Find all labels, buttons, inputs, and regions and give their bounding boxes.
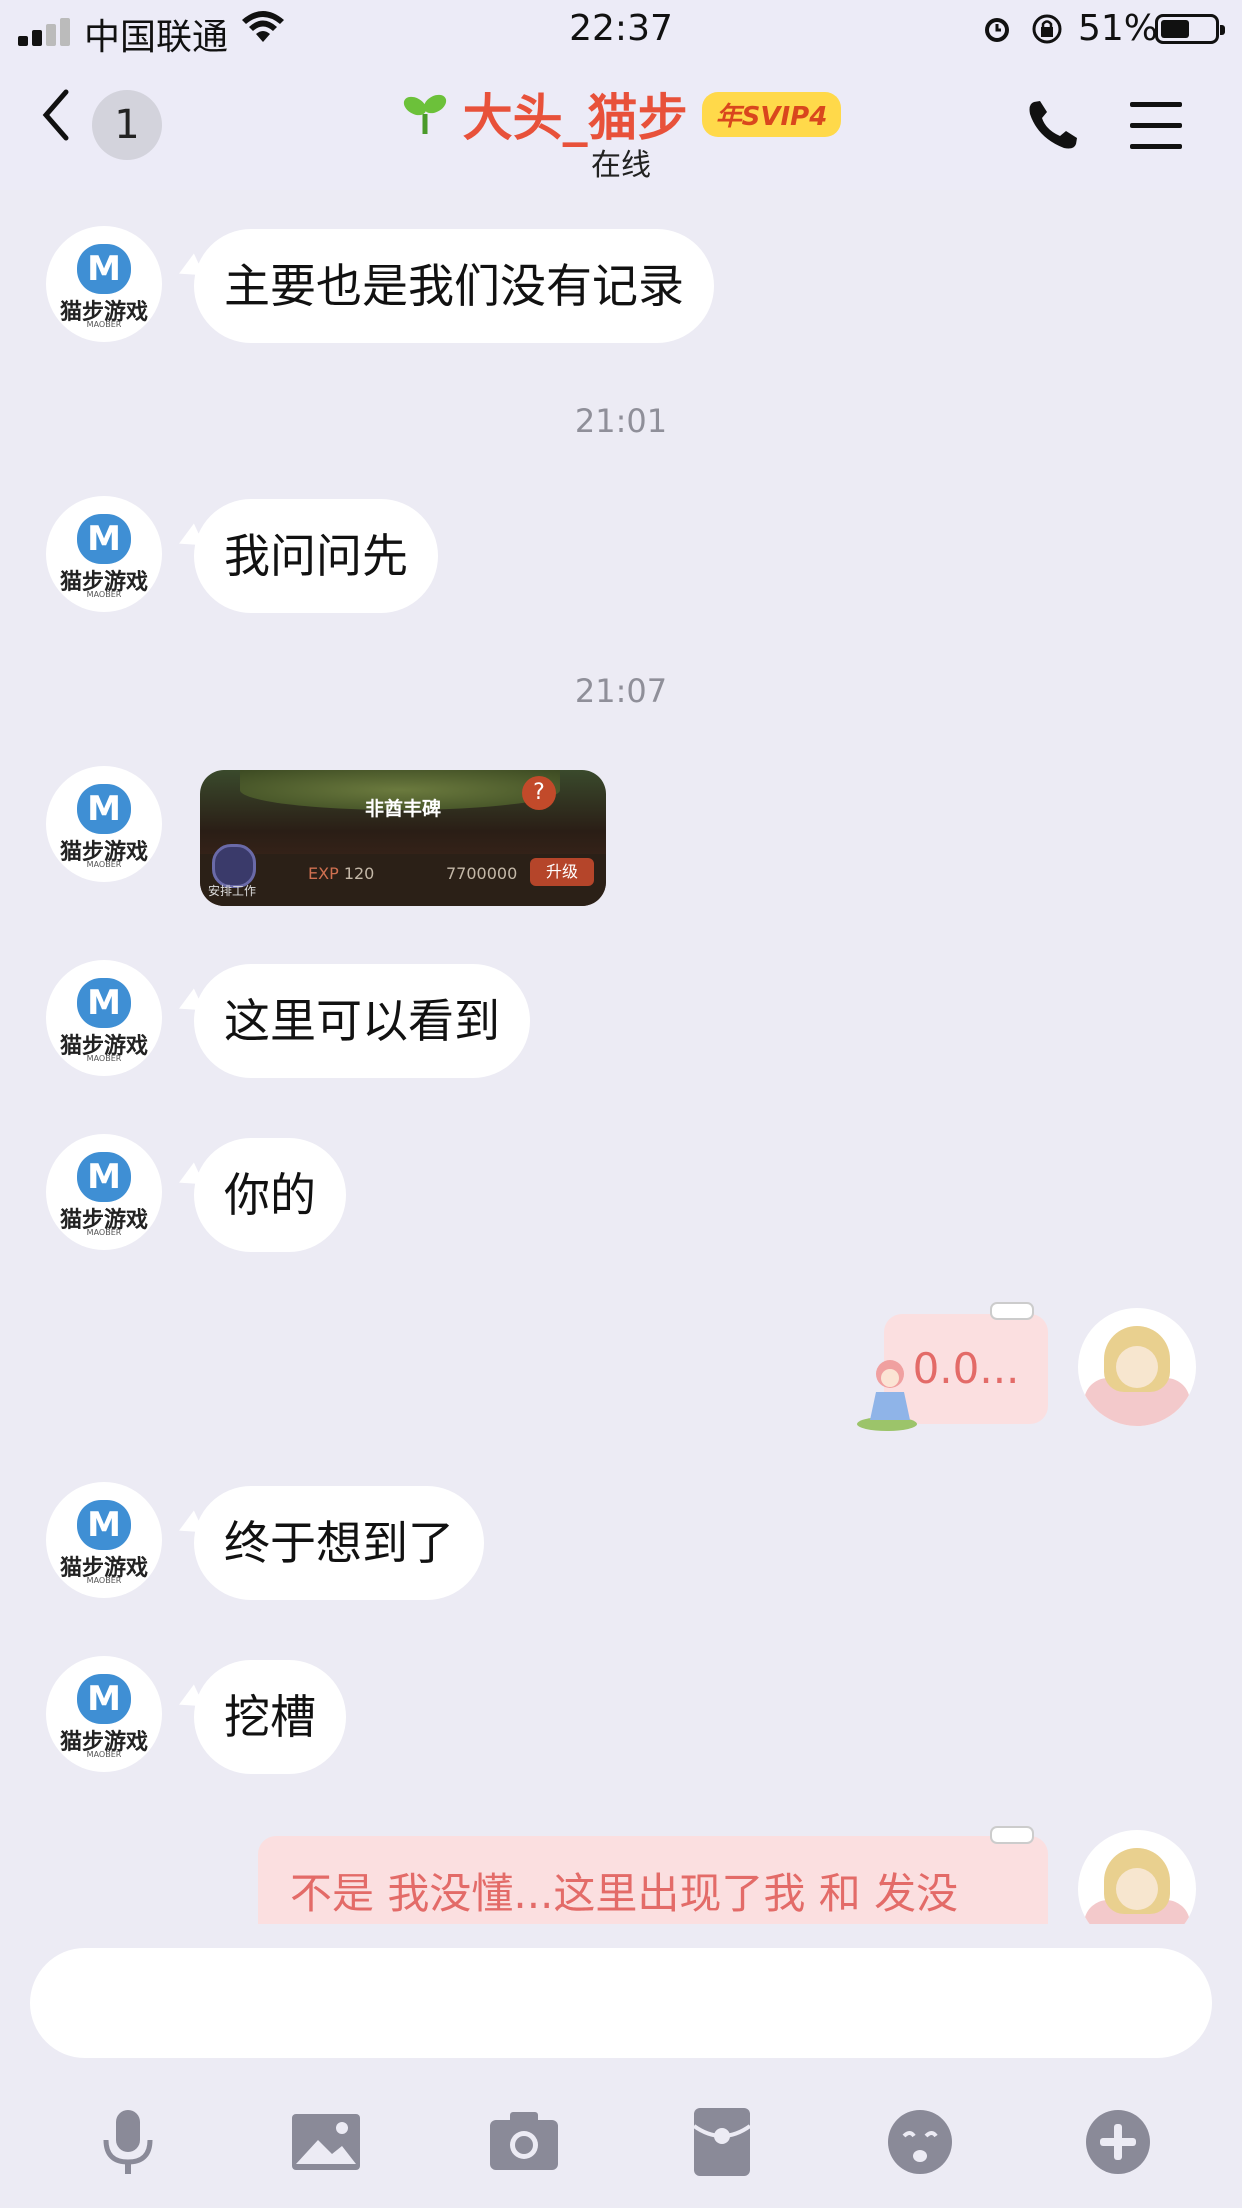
avatar-sub-text: MAOBER [86, 860, 122, 869]
microphone-icon[interactable] [88, 2102, 168, 2182]
avatar-sub-text: MAOBER [86, 1576, 122, 1585]
message-bubble[interactable]: 这里可以看到 [194, 964, 530, 1078]
message-input[interactable] [30, 1948, 1212, 2058]
timestamp: 21:01 [574, 402, 668, 440]
bubble-cloud-decoration [990, 1302, 1034, 1320]
svip-badge: 年SVIP4 [701, 91, 842, 137]
rotation-lock-icon [1032, 14, 1062, 44]
contact-avatar[interactable]: M 猫步游戏 MAOBER [46, 1482, 162, 1598]
plus-icon[interactable] [1078, 2102, 1158, 2182]
sprout-icon [403, 94, 446, 134]
avatar-sub-text: MAOBER [86, 1054, 122, 1063]
contact-avatar[interactable]: M 猫步游戏 MAOBER [46, 960, 162, 1076]
avatar-sub-text: MAOBER [86, 590, 122, 599]
bubble-cloud-decoration [990, 1826, 1034, 1844]
maober-logo: M [77, 1500, 131, 1550]
image-exp: EXP 120 [308, 864, 375, 883]
phone-icon[interactable] [1024, 98, 1080, 154]
maober-logo: M [77, 1152, 131, 1202]
contact-avatar[interactable]: M 猫步游戏 MAOBER [46, 1656, 162, 1772]
message-bubble[interactable]: 挖槽 [194, 1660, 346, 1774]
menu-icon[interactable] [1128, 100, 1184, 152]
input-area [0, 1924, 1242, 2208]
my-avatar[interactable] [1078, 1308, 1196, 1426]
battery-percent: 51% [1078, 8, 1159, 49]
red-packet-icon[interactable] [682, 2102, 762, 2182]
contact-avatar[interactable]: M 猫步游戏 MAOBER [46, 1134, 162, 1250]
battery-icon [1155, 14, 1225, 44]
image-icon[interactable] [286, 2102, 366, 2182]
contact-avatar[interactable]: M 猫步游戏 MAOBER [46, 766, 162, 882]
avatar-sub-text: MAOBER [86, 320, 122, 329]
image-message[interactable]: 非酋丰碑 ? EXP 120 7700000 升级 安排工作 [200, 770, 606, 906]
avatar-sub-text: MAOBER [86, 1228, 122, 1237]
input-toolbar [0, 2102, 1242, 2182]
header-bar: 中国联通 22:37 51% 1 大头_猫步 年SVIP4 在线 [0, 0, 1242, 190]
image-coins: 7700000 [446, 864, 518, 883]
maober-logo: M [77, 244, 131, 294]
maober-logo: M [77, 784, 131, 834]
message-bubble[interactable]: 终于想到了 [194, 1486, 484, 1600]
help-icon: ? [522, 776, 556, 810]
maober-logo: M [77, 514, 131, 564]
emoji-icon[interactable] [880, 2102, 960, 2182]
message-bubble[interactable]: 我问问先 [194, 499, 438, 613]
alarm-icon [985, 18, 1009, 42]
maober-logo: M [77, 1674, 131, 1724]
timestamp: 21:07 [574, 672, 668, 710]
message-bubble[interactable]: 主要也是我们没有记录 [194, 229, 714, 343]
status-bar: 中国联通 22:37 51% [0, 0, 1242, 60]
contact-avatar[interactable]: M 猫步游戏 MAOBER [46, 496, 162, 612]
maober-logo: M [77, 978, 131, 1028]
message-bubble[interactable]: 你的 [194, 1138, 346, 1252]
avatar-sub-text: MAOBER [86, 1750, 122, 1759]
bubble-girl-decoration [857, 1360, 917, 1431]
contact-avatar[interactable]: M 猫步游戏 MAOBER [46, 226, 162, 342]
image-work-label: 安排工作 [208, 884, 257, 898]
image-upgrade: 升级 [530, 858, 594, 886]
camera-icon[interactable] [484, 2102, 564, 2182]
